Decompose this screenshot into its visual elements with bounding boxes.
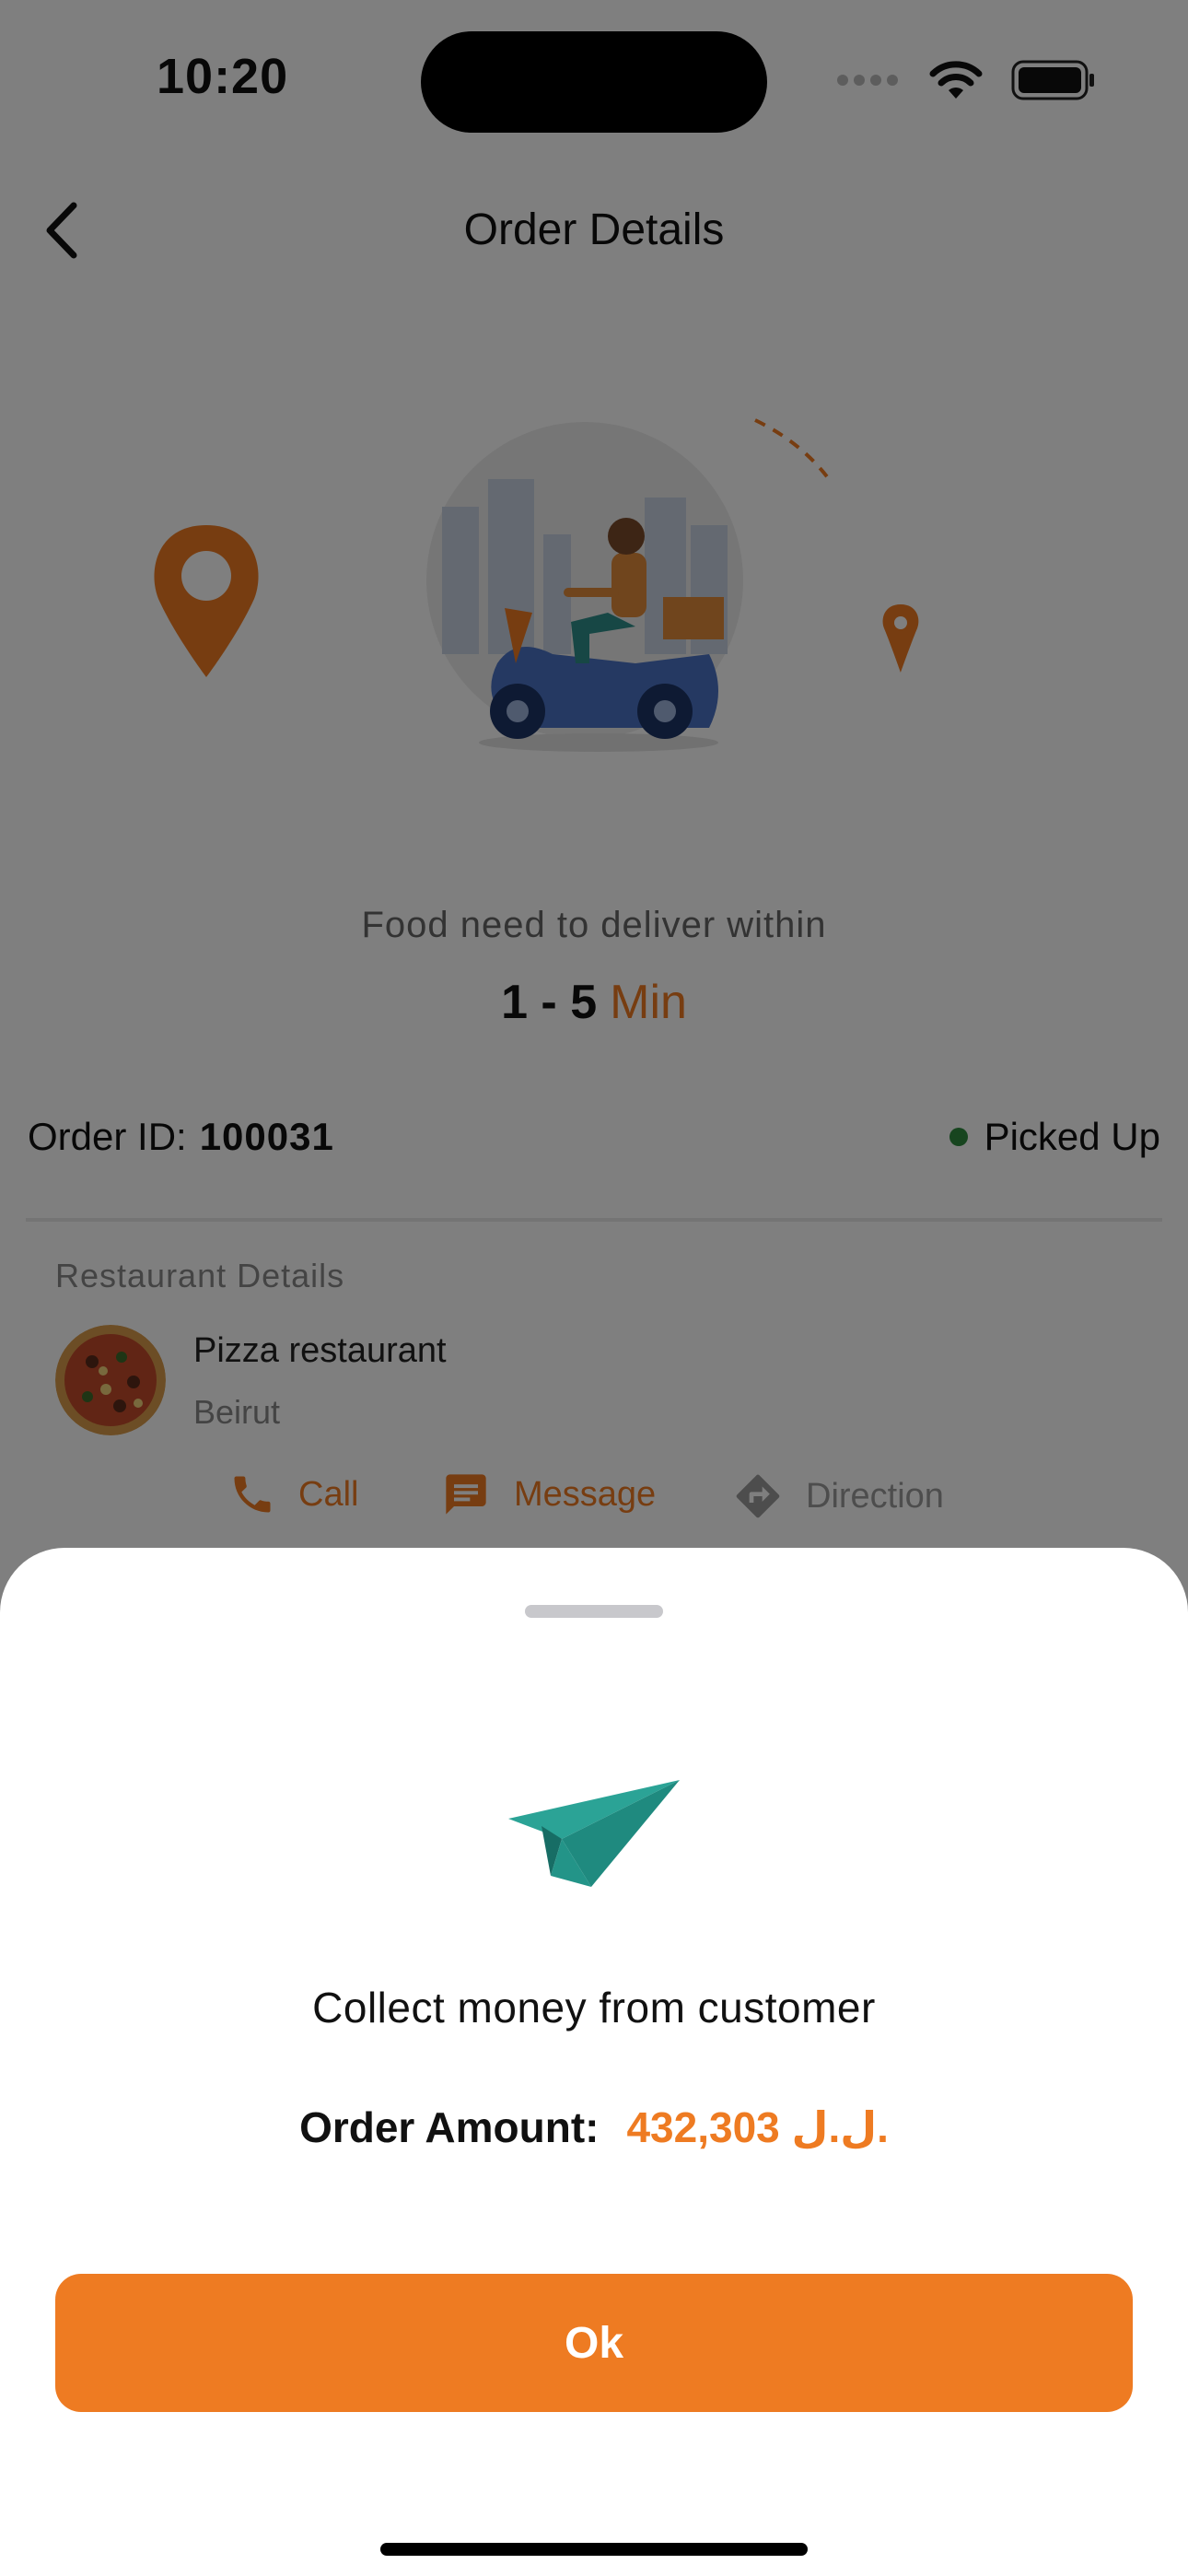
order-amount-value: 432,303 ل.ل. <box>626 2103 889 2151</box>
order-amount-row: Order Amount: 432,303 ل.ل. <box>0 2102 1188 2152</box>
ok-button[interactable]: Ok <box>55 2274 1133 2412</box>
sheet-drag-handle[interactable] <box>525 1605 663 1618</box>
paper-plane-icon <box>508 1780 680 1887</box>
sheet-title: Collect money from customer <box>312 1984 876 2032</box>
ok-button-label: Ok <box>564 2318 624 2368</box>
order-details-screen: 10:20 Order Details <box>0 0 1188 2576</box>
home-indicator[interactable] <box>380 2543 808 2556</box>
collect-money-sheet <box>0 1548 1188 2576</box>
order-amount-label: Order Amount: <box>299 2103 600 2151</box>
